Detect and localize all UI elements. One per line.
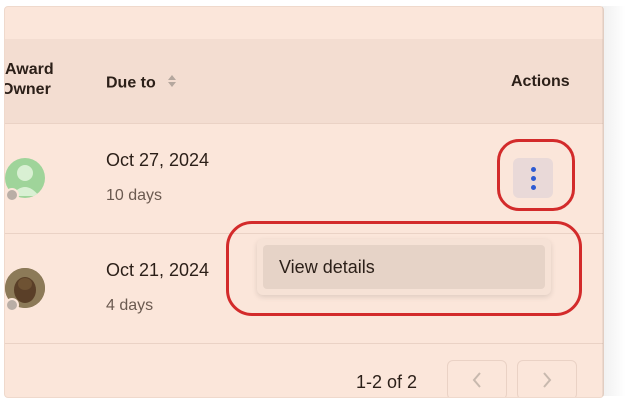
more-actions-button[interactable] bbox=[513, 158, 553, 198]
kebab-dot bbox=[530, 166, 536, 172]
table-panel: Award Owner Due to Actions Oct 27, 2024 … bbox=[4, 6, 604, 398]
header-award-owner-line2: Owner bbox=[4, 81, 51, 98]
panel-shadow bbox=[602, 6, 626, 396]
days-remaining: 4 days bbox=[106, 297, 154, 314]
sort-icon[interactable] bbox=[166, 73, 178, 94]
chevron-right-icon bbox=[543, 372, 552, 388]
table-footer: 1-2 of 2 bbox=[5, 344, 603, 397]
actions-dropdown-menu: View details bbox=[257, 239, 551, 295]
status-dot bbox=[5, 298, 19, 312]
table-header: Award Owner Due to Actions bbox=[5, 39, 603, 124]
header-award-owner: Award Owner bbox=[5, 60, 54, 100]
pagination-label: 1-2 of 2 bbox=[356, 372, 418, 392]
header-due-to-label: Due to bbox=[106, 74, 156, 92]
days-remaining: 10 days bbox=[106, 187, 163, 204]
chevron-left-icon bbox=[472, 372, 481, 388]
header-award-owner-line1: Award bbox=[5, 61, 54, 78]
next-page-button[interactable] bbox=[517, 360, 577, 397]
kebab-dot bbox=[530, 184, 536, 190]
due-date: Oct 21, 2024 bbox=[106, 260, 210, 280]
previous-page-button[interactable] bbox=[447, 360, 507, 397]
header-actions: Actions bbox=[511, 73, 570, 90]
header-due-to[interactable]: Due to bbox=[106, 73, 178, 94]
due-date: Oct 27, 2024 bbox=[106, 150, 210, 170]
table-row: Oct 27, 2024 10 days bbox=[5, 124, 603, 234]
kebab-dot bbox=[530, 175, 536, 181]
status-dot bbox=[5, 188, 19, 202]
menu-item-view-details[interactable]: View details bbox=[263, 245, 545, 289]
